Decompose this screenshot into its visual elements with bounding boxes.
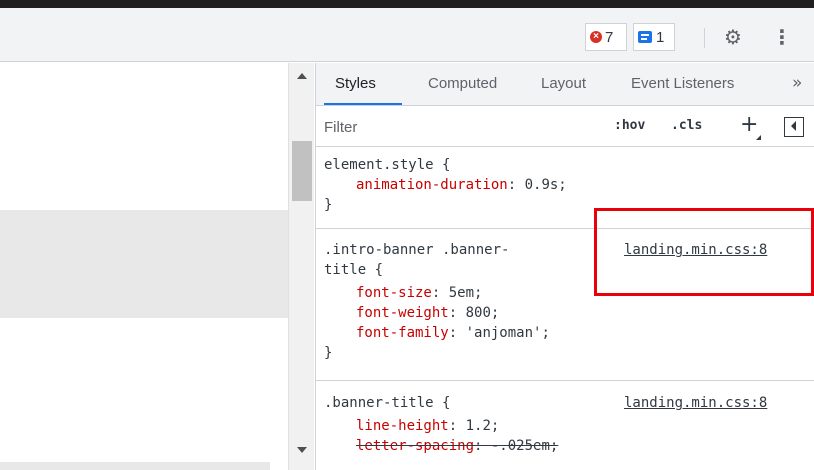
declaration[interactable]: animation-duration: 0.9s; xyxy=(356,175,567,195)
gear-icon[interactable]: ⚙ xyxy=(722,26,744,48)
active-tab-indicator xyxy=(324,103,402,105)
property-value[interactable]: 800; xyxy=(457,305,500,321)
filter-input[interactable] xyxy=(324,116,524,138)
rule-selector-line-2[interactable]: title { xyxy=(324,260,383,280)
hover-state-toggle[interactable]: :hov xyxy=(614,118,645,133)
declaration[interactable]: line-height: 1.2; xyxy=(356,416,499,436)
elements-panel xyxy=(0,63,288,470)
tab-computed[interactable]: Computed xyxy=(428,75,497,92)
property-value[interactable]: 0.9s; xyxy=(516,177,567,193)
declaration[interactable]: font-size: 5em; xyxy=(356,283,482,303)
kebab-menu-icon[interactable]: ⋮ xyxy=(772,26,792,48)
property-value[interactable]: 1.2; xyxy=(457,418,500,434)
property-name[interactable]: font-weight xyxy=(356,305,449,321)
overridden-declaration[interactable]: letter-spacing: -.025em; xyxy=(356,436,558,456)
selected-node-highlight[interactable] xyxy=(0,210,288,318)
window-top-bar xyxy=(0,0,814,8)
devtools-toolbar: × 7 1 ⚙ ⋮ xyxy=(0,8,814,62)
toolbar-divider xyxy=(704,28,705,48)
rule-banner-title: .banner-title { landing.min.css:8 line-h… xyxy=(316,381,814,470)
property-name[interactable]: animation-duration xyxy=(356,177,508,193)
property-name[interactable]: font-size xyxy=(356,285,432,301)
toggle-sidebar-pane-icon[interactable] xyxy=(784,117,804,137)
class-toggle[interactable]: .cls xyxy=(671,118,702,133)
tab-layout[interactable]: Layout xyxy=(541,75,586,92)
property-value[interactable]: -.025em; xyxy=(482,438,558,454)
scrollbar-thumb[interactable] xyxy=(292,141,312,201)
errors-badge[interactable]: × 7 xyxy=(585,23,627,51)
scroll-down-arrow-icon[interactable] xyxy=(297,447,307,453)
issues-count: 1 xyxy=(656,28,665,46)
declaration[interactable]: font-family: 'anjoman'; xyxy=(356,323,550,343)
more-tabs-icon[interactable]: » xyxy=(792,73,802,93)
issues-badge[interactable]: 1 xyxy=(633,23,675,51)
rule-selector-line-1[interactable]: .intro-banner .banner- xyxy=(324,240,509,260)
new-style-rule-button[interactable]: + xyxy=(740,112,758,137)
vertical-scrollbar[interactable] xyxy=(288,63,314,470)
property-value[interactable]: 5em; xyxy=(440,285,483,301)
errors-count: 7 xyxy=(605,28,614,46)
new-rule-menu-corner-icon xyxy=(756,135,761,140)
scroll-up-arrow-icon[interactable] xyxy=(297,73,307,79)
tab-styles[interactable]: Styles xyxy=(335,75,376,92)
rule-close-brace: } xyxy=(324,345,333,361)
panel-bottom-strip xyxy=(0,462,270,470)
property-name[interactable]: font-family xyxy=(356,325,449,341)
sidebar-tabs: Styles Computed Layout Event Listeners » xyxy=(316,63,814,106)
error-icon: × xyxy=(590,31,602,43)
declaration[interactable]: font-weight: 800; xyxy=(356,303,499,323)
property-name[interactable]: line-height xyxy=(356,418,449,434)
rule-selector[interactable]: .banner-title { xyxy=(324,393,450,413)
property-value[interactable]: 'anjoman'; xyxy=(457,325,550,341)
highlight-annotation-box xyxy=(594,208,814,296)
styles-filter-bar: :hov .cls + xyxy=(316,107,814,147)
rule-selector[interactable]: element.style { xyxy=(324,155,450,175)
issues-icon xyxy=(638,31,652,43)
tab-event-listeners[interactable]: Event Listeners xyxy=(631,75,734,92)
rule-close-brace: } xyxy=(324,197,333,213)
property-name[interactable]: letter-spacing xyxy=(356,438,474,454)
stylesheet-source-link[interactable]: landing.min.css:8 xyxy=(624,393,767,413)
